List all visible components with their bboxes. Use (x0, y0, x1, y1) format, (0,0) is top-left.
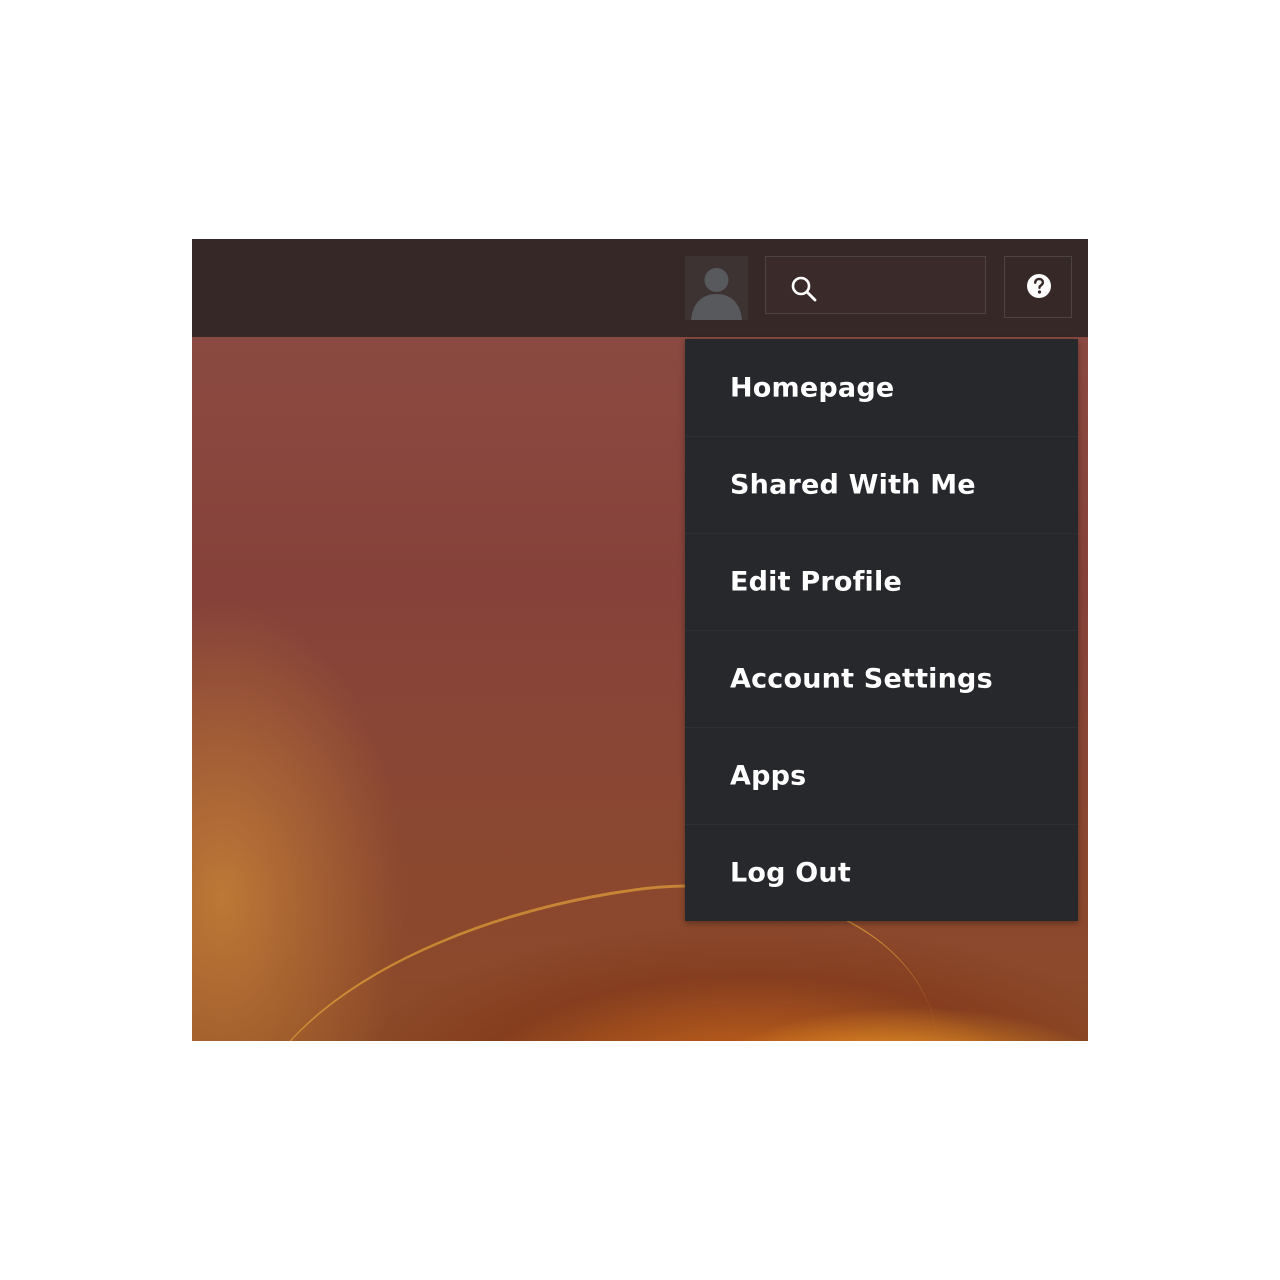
menu-item-label: Edit Profile (730, 566, 902, 598)
menu-item-log-out[interactable]: Log Out (685, 824, 1078, 921)
menu-item-apps[interactable]: Apps (685, 727, 1078, 824)
search-icon (791, 276, 817, 302)
search-input[interactable] (822, 257, 986, 315)
user-dropdown-menu: Homepage Shared With Me Edit Profile Acc… (685, 339, 1078, 921)
menu-item-shared-with-me[interactable]: Shared With Me (685, 436, 1078, 533)
app-window: Homepage Shared With Me Edit Profile Acc… (192, 239, 1088, 1041)
help-button[interactable] (1004, 256, 1072, 318)
user-avatar-button[interactable] (685, 256, 748, 320)
menu-item-label: Shared With Me (730, 469, 976, 501)
menu-item-label: Account Settings (730, 663, 993, 695)
menu-item-label: Log Out (730, 857, 851, 889)
search-box[interactable] (765, 256, 986, 315)
menu-item-homepage[interactable]: Homepage (685, 339, 1078, 436)
question-circle-icon (1027, 274, 1051, 298)
user-silhouette-icon (691, 268, 742, 320)
menu-item-label: Apps (730, 760, 807, 792)
top-navigation-bar (192, 239, 1088, 337)
menu-item-edit-profile[interactable]: Edit Profile (685, 533, 1078, 630)
menu-item-label: Homepage (730, 372, 895, 403)
menu-item-account-settings[interactable]: Account Settings (685, 630, 1078, 727)
